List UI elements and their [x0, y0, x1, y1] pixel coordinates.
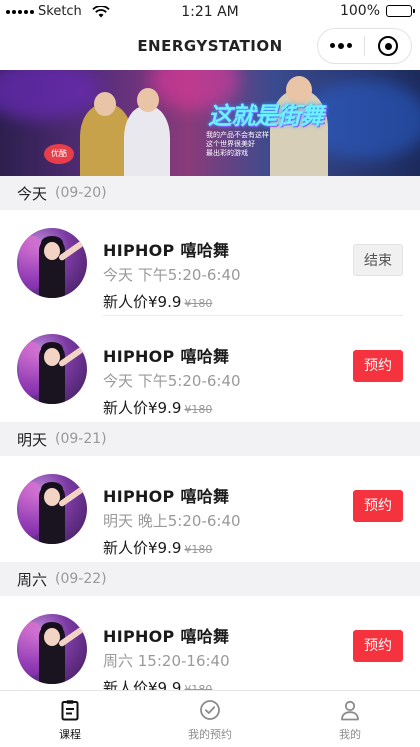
battery-percent: 100% [339, 3, 380, 19]
class-time: 今天 下午5:20-6:40 [103, 372, 241, 390]
tab-label: 我的预约 [188, 728, 232, 741]
class-avatar [17, 334, 87, 404]
original-price: ¥180 [184, 403, 213, 416]
clipboard-icon [61, 700, 79, 721]
class-time: 明天 晚上5:20-6:40 [103, 512, 241, 530]
book-button[interactable]: 预约 [353, 490, 403, 522]
more-options-button[interactable] [318, 43, 364, 49]
mini-program-capsule [317, 28, 412, 64]
class-title: HIPHOP 嘻哈舞 [103, 627, 230, 646]
banner-subtitle-line: 最出彩的游戏 [206, 149, 248, 157]
banner-dancer [124, 106, 170, 176]
ended-button[interactable]: 结束 [353, 244, 403, 276]
new-user-price: 新人价¥9.9 [103, 293, 182, 311]
tab-my-bookings[interactable]: 我的预约 [140, 691, 280, 747]
class-time: 周六 15:20-16:40 [103, 652, 230, 670]
tab-bar: 课程 我的预约 我的 [0, 690, 420, 747]
class-title: HIPHOP 嘻哈舞 [103, 241, 230, 260]
new-user-price: 新人价¥9.9 [103, 539, 182, 557]
status-bar: Sketch 1:21 AM 100% [0, 0, 420, 24]
class-price: 新人价¥9.9 ¥180 [103, 537, 212, 558]
promo-banner[interactable]: 这就是街舞 我的产品不会有这样 这个世界很美好 最出彩的游戏 优酷 [0, 70, 420, 176]
class-title: HIPHOP 嘻哈舞 [103, 347, 230, 366]
section-day: 今天 [17, 184, 48, 203]
check-circle-icon [200, 700, 220, 720]
class-card[interactable]: HIPHOP 嘻哈舞 明天 晚上5:20-6:40 新人价¥9.9 ¥180 预… [0, 456, 420, 562]
banner-logo: 优酷 [44, 144, 74, 164]
class-avatar [17, 614, 87, 684]
banner-subtitle-line: 我的产品不会有这样 [206, 131, 269, 139]
class-card[interactable]: HIPHOP 嘻哈舞 今天 下午5:20-6:40 新人价¥9.9 ¥180 结… [0, 210, 420, 316]
user-icon [341, 700, 359, 721]
section-day: 明天 [17, 430, 48, 449]
banner-glow [0, 70, 100, 120]
tab-me[interactable]: 我的 [280, 691, 420, 747]
class-price: 新人价¥9.9 ¥180 [103, 397, 212, 418]
nav-bar: ENERGYSTATION [0, 24, 420, 70]
tab-label: 我的 [339, 728, 361, 741]
banner-show-title: 这就是街舞 [208, 101, 324, 130]
section-day: 周六 [17, 570, 48, 589]
original-price: ¥180 [184, 297, 213, 310]
banner-dancer-head [94, 92, 116, 116]
book-button[interactable]: 预约 [353, 350, 403, 382]
battery-icon [386, 5, 415, 17]
class-title: HIPHOP 嘻哈舞 [103, 487, 230, 506]
section-header-saturday: 周六 (09-22) [0, 562, 420, 596]
tab-label: 课程 [59, 728, 81, 741]
section-date: (09-21) [55, 431, 107, 447]
section-date: (09-22) [55, 571, 107, 587]
close-program-button[interactable] [365, 36, 411, 56]
class-card[interactable]: HIPHOP 嘻哈舞 今天 下午5:20-6:40 新人价¥9.9 ¥180 预… [0, 316, 420, 422]
original-price: ¥180 [184, 543, 213, 556]
tab-courses[interactable]: 课程 [0, 691, 140, 747]
class-avatar [17, 474, 87, 544]
class-price: 新人价¥9.9 ¥180 [103, 291, 212, 312]
status-right: 100% [339, 3, 415, 19]
book-button[interactable]: 预约 [353, 630, 403, 662]
banner-subtitle-line: 这个世界很美好 [206, 140, 255, 148]
more-dots-icon [330, 43, 335, 48]
banner-subtitle: 我的产品不会有这样 这个世界很美好 最出彩的游戏 [206, 131, 276, 158]
class-avatar [17, 228, 87, 298]
class-time: 今天 下午5:20-6:40 [103, 266, 241, 284]
section-header-today: 今天 (09-20) [0, 176, 420, 210]
section-header-tomorrow: 明天 (09-21) [0, 422, 420, 456]
banner-dancer-head [137, 88, 159, 112]
section-date: (09-20) [55, 185, 107, 201]
new-user-price: 新人价¥9.9 [103, 399, 182, 417]
target-icon [378, 36, 398, 56]
class-card[interactable]: HIPHOP 嘻哈舞 周六 15:20-16:40 新人价¥9.9 ¥180 预… [0, 596, 420, 702]
